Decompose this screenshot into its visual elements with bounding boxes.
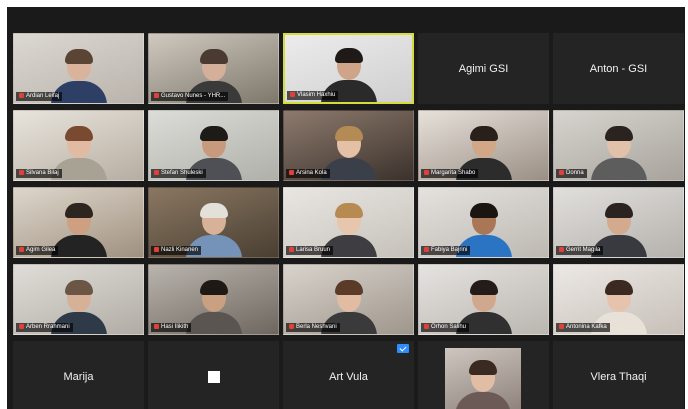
participant-tile-participant-22[interactable] bbox=[148, 341, 279, 409]
participant-name-label: Arsina Kola bbox=[286, 169, 330, 178]
participant-tile-donna[interactable]: Donna bbox=[553, 110, 684, 181]
participant-tile-larisa-bruun[interactable]: Larisa Bruun bbox=[283, 187, 414, 258]
participant-name: Margarita Shabo bbox=[431, 170, 476, 176]
muted-mic-icon bbox=[289, 170, 294, 175]
participant-gallery: Ardian Leifaj Gustavo Nunes - YHR... Vlasi… bbox=[13, 33, 684, 409]
muted-mic-icon bbox=[154, 170, 159, 175]
muted-mic-icon bbox=[559, 170, 564, 175]
participant-tile-agim-gilea[interactable]: Agim Gilea bbox=[13, 187, 144, 258]
participant-name: Nazli Kinanen bbox=[161, 247, 199, 253]
participant-tile-arsina-kola[interactable]: Arsina Kola bbox=[283, 110, 414, 181]
participant-name: Ardian Leifaj bbox=[26, 93, 60, 99]
participant-name: Agim Gilea bbox=[26, 247, 56, 253]
participant-name-label: Ardian Leifaj bbox=[16, 92, 63, 101]
participant-tile-ardian-leifaj[interactable]: Ardian Leifaj bbox=[13, 33, 144, 104]
participant-name: Stefan Shuleski bbox=[161, 170, 203, 176]
participant-name: Orhon Salihu bbox=[431, 324, 467, 330]
muted-mic-icon bbox=[154, 247, 159, 252]
participant-video-inset bbox=[445, 348, 521, 409]
participant-tile-nazli-kinanen[interactable]: Nazli Kinanen bbox=[148, 187, 279, 258]
participant-name: Silvana Bilaj bbox=[26, 170, 59, 176]
participant-tile-anton-gsi[interactable]: Anton - GSI bbox=[553, 33, 684, 104]
participant-name-label: Orhon Salihu bbox=[421, 323, 470, 332]
muted-mic-icon bbox=[19, 170, 24, 175]
participant-name-label: Hasi Ilikith bbox=[151, 323, 192, 332]
participant-name-label: Silvana Bilaj bbox=[16, 169, 62, 178]
participant-tile-gustavo-nunes-yhr[interactable]: Gustavo Nunes - YHR... bbox=[148, 33, 279, 104]
participant-tile-vlera-thaqi[interactable]: Vlera Thaqi bbox=[553, 341, 684, 409]
participant-name-label: Margarita Shabo bbox=[421, 169, 479, 178]
participant-name: Vlasim Haxhiu bbox=[297, 92, 336, 98]
participant-name-label: Stefan Shuleski bbox=[151, 169, 206, 178]
meeting-window: Ardian Leifaj Gustavo Nunes - YHR... Vlasi… bbox=[7, 7, 685, 409]
participant-name: Arben Rrahmani bbox=[26, 324, 70, 330]
participant-name-label: Agim Gilea bbox=[16, 246, 59, 255]
participant-name-label: Arben Rrahmani bbox=[16, 323, 73, 332]
muted-mic-icon bbox=[289, 247, 294, 252]
muted-mic-icon bbox=[424, 324, 429, 329]
muted-mic-icon bbox=[19, 324, 24, 329]
participant-name: Gerrit Magila bbox=[566, 247, 601, 253]
participant-name: Arsina Kola bbox=[296, 170, 327, 176]
participant-name: Fabiya Bajrini bbox=[431, 247, 468, 253]
participant-tile-art-vula[interactable]: Art Vula bbox=[283, 341, 414, 409]
participant-name: Anton - GSI bbox=[589, 62, 648, 75]
muted-mic-icon bbox=[154, 93, 159, 98]
participant-video-feed bbox=[451, 358, 515, 409]
participant-tile-vlasim-haxhiu[interactable]: Vlasim Haxhiu bbox=[283, 33, 414, 104]
participant-tile-marija[interactable]: Marija bbox=[13, 341, 144, 409]
participant-tile-margarita-shabo[interactable]: Margarita Shabo bbox=[418, 110, 549, 181]
participant-tile-stefan-shuleski[interactable]: Stefan Shuleski bbox=[148, 110, 279, 181]
participant-name-label: Donna bbox=[556, 169, 587, 178]
participant-tile-antonina-kafka[interactable]: Antonina Kafka bbox=[553, 264, 684, 335]
muted-mic-icon bbox=[559, 324, 564, 329]
participant-name: Gustavo Nunes - YHR... bbox=[161, 93, 226, 99]
participant-tile-participant-24[interactable] bbox=[418, 341, 549, 409]
participant-name: Larisa Bruun bbox=[296, 247, 331, 253]
participant-name: Vlera Thaqi bbox=[590, 370, 647, 383]
muted-mic-icon bbox=[19, 247, 24, 252]
participant-name-label: Gerrit Magila bbox=[556, 246, 604, 255]
muted-mic-icon bbox=[289, 324, 294, 329]
participant-tile-fabiya-bajrini[interactable]: Fabiya Bajrini bbox=[418, 187, 549, 258]
participant-name: Antonina Kafka bbox=[566, 324, 607, 330]
participant-tile-berla-neshvani[interactable]: Berla Neshvani bbox=[283, 264, 414, 335]
participant-name: Art Vula bbox=[329, 370, 368, 383]
participant-name-label: Gustavo Nunes - YHR... bbox=[151, 92, 229, 101]
participant-tile-silvana-bilaj[interactable]: Silvana Bilaj bbox=[13, 110, 144, 181]
participant-name: Hasi Ilikith bbox=[161, 324, 189, 330]
muted-mic-icon bbox=[424, 247, 429, 252]
check-badge-icon bbox=[397, 344, 409, 353]
participant-name: Berla Neshvani bbox=[296, 324, 337, 330]
muted-mic-icon bbox=[154, 324, 159, 329]
participant-tile-gerrit-magila[interactable]: Gerrit Magila bbox=[553, 187, 684, 258]
muted-mic-icon bbox=[19, 93, 24, 98]
camera-off-icon bbox=[207, 370, 220, 383]
participant-name-label: Fabiya Bajrini bbox=[421, 246, 471, 255]
participant-tile-orhon-salihu[interactable]: Orhon Salihu bbox=[418, 264, 549, 335]
participant-video-feed bbox=[587, 124, 651, 180]
participant-name-label: Antonina Kafka bbox=[556, 323, 610, 332]
participant-tile-arben-rrahmani[interactable]: Arben Rrahmani bbox=[13, 264, 144, 335]
participant-name: Donna bbox=[566, 170, 584, 176]
participant-name-label: Larisa Bruun bbox=[286, 246, 334, 255]
participant-name: Marija bbox=[63, 370, 94, 383]
participant-name-label: Nazli Kinanen bbox=[151, 246, 202, 255]
participant-name-label: Berla Neshvani bbox=[286, 323, 340, 332]
participant-name: Agimi GSI bbox=[458, 62, 509, 75]
participant-name-label: Vlasim Haxhiu bbox=[287, 91, 339, 100]
muted-mic-icon bbox=[559, 247, 564, 252]
participant-tile-agimi-gsi[interactable]: Agimi GSI bbox=[418, 33, 549, 104]
participant-tile-hasi-ilikith[interactable]: Hasi Ilikith bbox=[148, 264, 279, 335]
muted-mic-icon bbox=[290, 92, 295, 97]
muted-mic-icon bbox=[424, 170, 429, 175]
